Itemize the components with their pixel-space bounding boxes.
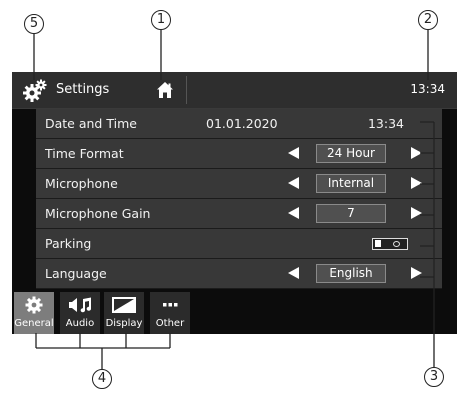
display-icon (112, 297, 136, 313)
row-microphone: Microphone Internal (36, 169, 442, 199)
audio-icon (69, 297, 92, 313)
tab-label: Other (155, 318, 185, 329)
home-icon[interactable] (156, 81, 174, 99)
more-icon (163, 303, 178, 307)
device-screen: Settings 13:34 Date and Time 01.01.2020 … (12, 72, 457, 334)
callout-2: 2 (418, 10, 438, 30)
time-value: 13:34 (367, 116, 404, 131)
tab-audio[interactable]: Audio (60, 292, 100, 334)
row-label: Time Format (45, 146, 124, 161)
tab-general[interactable]: General (14, 292, 54, 334)
header-divider (186, 76, 187, 104)
arrow-left-icon[interactable] (288, 177, 299, 189)
row-language: Language English (36, 259, 442, 289)
callout-3: 3 (424, 367, 444, 387)
tab-display[interactable]: Display (104, 292, 144, 334)
microphone-gain-value: 7 (316, 204, 386, 223)
gear-icon[interactable] (22, 78, 48, 104)
row-label: Parking (45, 236, 92, 251)
settings-list: Date and Time 01.01.2020 13:34 Time Form… (36, 109, 442, 289)
arrow-left-icon[interactable] (288, 147, 299, 159)
tab-other[interactable]: Other (150, 292, 190, 334)
tab-label: Audio (65, 318, 95, 329)
time-format-value: 24 Hour (316, 144, 386, 163)
row-parking: Parking (36, 229, 442, 259)
microphone-value: Internal (316, 174, 386, 193)
arrow-left-icon[interactable] (288, 207, 299, 219)
page-title: Settings (56, 82, 110, 97)
row-label: Microphone (45, 176, 118, 191)
row-date-and-time[interactable]: Date and Time 01.01.2020 13:34 (36, 109, 442, 139)
clock: 13:34 (410, 82, 445, 96)
arrow-right-icon[interactable] (411, 267, 422, 279)
arrow-right-icon[interactable] (411, 207, 422, 219)
toggle-knob (375, 240, 381, 247)
arrow-right-icon[interactable] (411, 147, 422, 159)
callout-4: 4 (92, 369, 112, 389)
row-label: Microphone Gain (45, 206, 151, 221)
row-time-format: Time Format 24 Hour (36, 139, 442, 169)
toggle-off-indicator (393, 241, 400, 247)
parking-toggle[interactable] (372, 238, 408, 250)
tab-label: General (14, 318, 54, 329)
row-label: Date and Time (45, 116, 137, 131)
tab-bar: General Audio Display Other (12, 292, 457, 334)
tab-label: Display (105, 318, 143, 329)
arrow-right-icon[interactable] (411, 177, 422, 189)
row-label: Language (45, 266, 107, 281)
date-value: 01.01.2020 (206, 116, 278, 131)
language-value: English (316, 264, 386, 283)
gear-icon (25, 296, 43, 314)
callout-1: 1 (151, 10, 171, 30)
arrow-left-icon[interactable] (288, 267, 299, 279)
callout-5: 5 (24, 14, 44, 34)
top-bar: Settings 13:34 (12, 72, 457, 109)
row-microphone-gain: Microphone Gain 7 (36, 199, 442, 229)
